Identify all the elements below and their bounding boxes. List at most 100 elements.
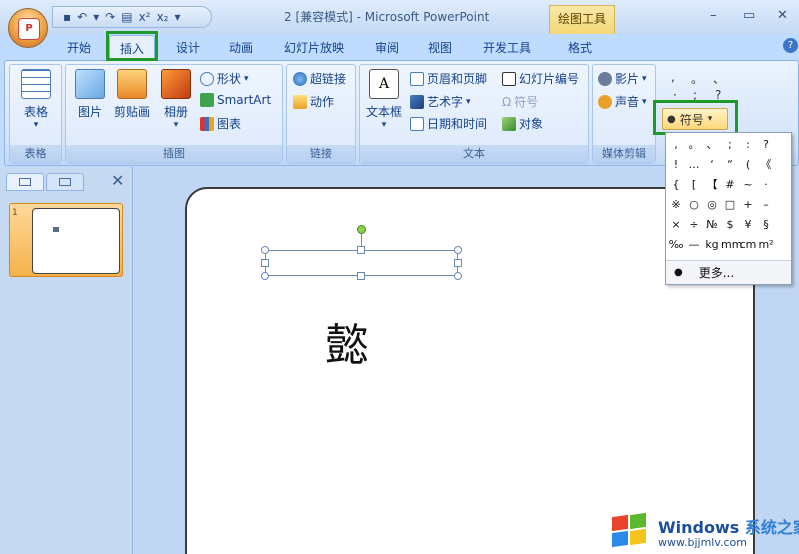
preview-icon[interactable]: ▤ (121, 10, 132, 24)
symbol-cell[interactable]: + (739, 195, 757, 215)
sound-icon (598, 94, 612, 109)
action-button[interactable]: 动作 (293, 93, 334, 110)
symbol-cell[interactable]: 。 (685, 135, 703, 155)
slide-thumbnail[interactable] (9, 203, 123, 277)
tab-review[interactable]: 审阅 (375, 39, 399, 56)
resize-handle[interactable] (261, 259, 269, 267)
minimize-button[interactable]: – (710, 8, 717, 23)
symbol-cell[interactable]: : (739, 135, 757, 155)
symbol-cell[interactable]: ~ (739, 175, 757, 195)
qat-customize-icon[interactable]: ▾ (174, 10, 180, 24)
symbol-cell[interactable]: cm (739, 235, 757, 255)
symbol-cell[interactable]: ? (757, 135, 775, 155)
office-button[interactable]: P (8, 8, 48, 48)
symbol-cell[interactable]: № (703, 215, 721, 235)
symbol-cell[interactable]: ; (721, 135, 739, 155)
symbol-cell[interactable]: # (721, 175, 739, 195)
symbol-cell[interactable]: kg (703, 235, 721, 255)
symbol-cell[interactable]: $ (721, 215, 739, 235)
outline-tab[interactable] (46, 173, 84, 191)
symbol-cell[interactable]: □ (721, 195, 739, 215)
symbol-strip-item[interactable]: 。 (691, 70, 703, 87)
object-label: 对象 (519, 117, 544, 131)
symbol-cell[interactable]: — (685, 235, 703, 255)
symbol-ribbon-button[interactable]: Ω 符号 (502, 93, 538, 110)
shapes-button[interactable]: 形状 ▾ (200, 70, 249, 87)
tab-view[interactable]: 视图 (428, 39, 452, 56)
symbol-cell[interactable]: … (685, 155, 703, 175)
tab-developer[interactable]: 开发工具 (483, 39, 531, 56)
tab-animation[interactable]: 动画 (229, 39, 253, 56)
qat-dropdown[interactable]: ▾ (93, 10, 99, 24)
group-illustrations: 图片 剪贴画 相册 ▾ 形状 ▾ SmartArt 图表 插图 (65, 64, 283, 164)
symbol-cell[interactable]: , (667, 135, 685, 155)
rotation-handle[interactable] (357, 225, 366, 234)
symbol-cell[interactable]: 、 (703, 135, 721, 155)
symbol-cell[interactable]: – (757, 195, 775, 215)
maximize-button[interactable]: ▭ (743, 8, 755, 23)
wordart-button[interactable]: 艺术字 ▾ (410, 93, 471, 110)
slides-tab[interactable] (6, 173, 44, 191)
symbol-cell[interactable]: ( (739, 155, 757, 175)
clipart-button[interactable]: 剪贴画 (110, 69, 154, 120)
more-symbols-button[interactable]: ● 更多... (666, 260, 791, 284)
close-button[interactable]: ✕ (777, 8, 788, 23)
redo-icon[interactable]: ↷ (105, 10, 115, 24)
symbol-cell[interactable]: § (757, 215, 775, 235)
group-links: 超链接 动作 链接 (286, 64, 356, 164)
tab-design[interactable]: 设计 (176, 39, 200, 56)
save-icon[interactable]: ▪ (63, 10, 71, 24)
symbol-strip-item[interactable]: , (671, 70, 675, 84)
superscript-icon[interactable]: x² (139, 10, 151, 24)
undo-icon[interactable]: ↶ (77, 10, 87, 24)
symbol-cell[interactable]: ‘ (703, 155, 721, 175)
symbol-cell[interactable]: 《 (757, 155, 775, 175)
table-button[interactable]: 表格 ▾ (16, 69, 56, 130)
sound-button[interactable]: 声音 ▾ (598, 93, 647, 110)
symbol-strip: , 。 、 · ; ? (663, 62, 733, 104)
picture-button[interactable]: 图片 (72, 69, 108, 120)
symbol-cell[interactable]: ◎ (703, 195, 721, 215)
movie-button[interactable]: 影片 ▾ (598, 70, 647, 87)
symbol-cell[interactable]: ‰ (667, 235, 685, 255)
tab-slideshow[interactable]: 幻灯片放映 (284, 39, 344, 56)
slides-tab-icon (19, 178, 31, 186)
resize-handle[interactable] (261, 272, 269, 280)
symbol-cell[interactable]: 【 (703, 175, 721, 195)
symbol-cell[interactable]: { (667, 175, 685, 195)
close-icon[interactable]: ✕ (111, 171, 124, 190)
object-button[interactable]: 对象 (502, 115, 543, 132)
textbox-button[interactable]: A 文本框 ▾ (364, 69, 404, 130)
hyperlink-button[interactable]: 超链接 (293, 70, 346, 87)
resize-handle[interactable] (261, 246, 269, 254)
symbol-cell[interactable]: · (757, 175, 775, 195)
smartart-button[interactable]: SmartArt (200, 93, 271, 107)
chart-button[interactable]: 图表 (200, 115, 241, 132)
symbol-cell[interactable]: ! (667, 155, 685, 175)
album-button[interactable]: 相册 ▾ (158, 69, 194, 130)
header-footer-button[interactable]: 页眉和页脚 (410, 70, 487, 87)
slide-number-button[interactable]: 幻灯片编号 (502, 70, 579, 87)
resize-handle[interactable] (357, 272, 365, 280)
smartart-label: SmartArt (217, 93, 272, 107)
resize-handle[interactable] (454, 259, 462, 267)
symbol-cell[interactable]: [ (685, 175, 703, 195)
datetime-button[interactable]: 日期和时间 (410, 115, 487, 132)
symbol-cell[interactable]: × (667, 215, 685, 235)
resize-handle[interactable] (454, 272, 462, 280)
symbol-cell[interactable]: ÷ (685, 215, 703, 235)
symbol-cell[interactable]: m² (757, 235, 775, 255)
symbol-cell[interactable]: “ (721, 155, 739, 175)
resize-handle[interactable] (454, 246, 462, 254)
symbol-cell[interactable]: mm (721, 235, 742, 255)
tab-format[interactable]: 格式 (568, 39, 592, 56)
symbol-cell[interactable]: ○ (685, 195, 703, 215)
tab-home[interactable]: 开始 (67, 39, 91, 56)
action-icon (293, 94, 307, 109)
symbol-cell[interactable]: ※ (667, 195, 685, 215)
symbol-strip-item[interactable]: 、 (713, 70, 725, 87)
subscript-icon[interactable]: x₂ (157, 10, 169, 24)
symbol-cell[interactable]: ¥ (739, 215, 757, 235)
resize-handle[interactable] (357, 246, 365, 254)
help-icon[interactable]: ? (783, 38, 798, 53)
